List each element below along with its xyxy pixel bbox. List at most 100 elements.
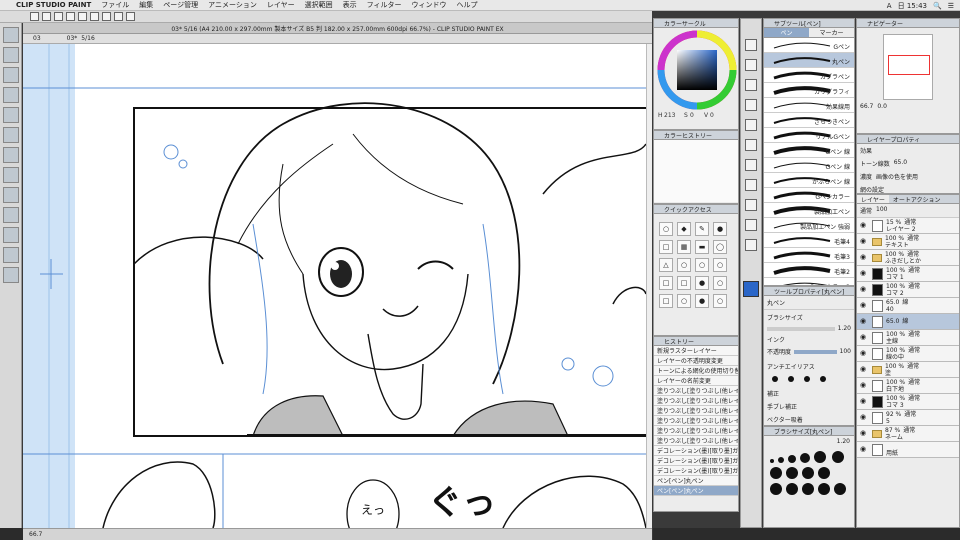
drawing-canvas[interactable]: ぐっ えっ	[23, 44, 646, 528]
size-preset[interactable]	[800, 453, 810, 463]
menu-filter[interactable]: フィルター	[367, 0, 402, 10]
size-preset[interactable]	[802, 483, 814, 495]
vector-label[interactable]: ベクター吸着	[764, 413, 854, 425]
fill-tool-icon[interactable]	[3, 247, 19, 263]
size-preset[interactable]	[802, 467, 814, 479]
quick-cell-5[interactable]: □	[659, 240, 673, 254]
brush-item[interactable]: リアルGペン	[764, 128, 854, 143]
history-item[interactable]: 塗りつぶし[塗りつぶし(他レイヤーを参照	[654, 396, 738, 406]
visibility-eye-icon[interactable]: ◉	[860, 397, 869, 406]
size-preset[interactable]	[818, 483, 830, 495]
aa-low-icon[interactable]	[788, 376, 794, 382]
size-preset[interactable]	[778, 457, 784, 463]
menu-animation[interactable]: アニメーション	[208, 0, 257, 10]
figure-tool-icon[interactable]	[3, 267, 19, 283]
layer-row[interactable]: ◉ 100 % 通常 白下地	[857, 378, 959, 394]
frame-icon[interactable]	[745, 179, 757, 191]
history-item[interactable]: レイヤーの不透明度変更	[654, 356, 738, 366]
transform-icon[interactable]	[102, 12, 111, 21]
visibility-eye-icon[interactable]: ◉	[860, 269, 869, 278]
brush-item[interactable]: かぶらペン 線	[764, 173, 854, 188]
brush-item[interactable]: 毛筆3	[764, 248, 854, 263]
layer-row[interactable]: ◉ 100 % 通常 主線	[857, 330, 959, 346]
history-item[interactable]: 塗りつぶし[塗りつぶし(他レイヤーを参照	[654, 416, 738, 426]
redo-icon[interactable]	[78, 12, 87, 21]
aa-none-icon[interactable]	[772, 376, 778, 382]
history-item[interactable]: 塗りつぶし[塗りつぶし(他レイヤーを参照	[654, 436, 738, 446]
density-option[interactable]: 画像の色を使用	[876, 172, 918, 181]
menu-view[interactable]: 表示	[343, 0, 357, 10]
navigator-preview[interactable]	[883, 34, 933, 100]
brush-item[interactable]: 効果線用	[764, 98, 854, 113]
ruler-snap-icon[interactable]	[126, 12, 135, 21]
open-icon[interactable]	[42, 12, 51, 21]
layer-row[interactable]: ◉ 87 % 通常 ネーム	[857, 426, 959, 442]
tab-left[interactable]: 03	[33, 35, 41, 42]
canvas-vertical-scrollbar[interactable]	[646, 44, 652, 528]
brush-item[interactable]: 製品加工ペン 強弱	[764, 218, 854, 233]
operation-tool-icon[interactable]	[3, 67, 19, 83]
navigator-zoom[interactable]: 66.7	[860, 103, 873, 110]
layer-row[interactable]: ◉ 92 % 通常 5	[857, 410, 959, 426]
quick-cell-6[interactable]: ▦	[677, 240, 691, 254]
layer-row[interactable]: ◉ 100 % 通常 テキスト	[857, 234, 959, 250]
history-item[interactable]: トーンによる網化の使用切り替え	[654, 366, 738, 376]
history-item[interactable]: レイヤーの名前変更	[654, 376, 738, 386]
zoom-icon[interactable]	[745, 39, 757, 51]
history-item[interactable]: ペン[ペン]丸ペン	[654, 476, 738, 486]
size-preset[interactable]	[786, 483, 798, 495]
visibility-eye-icon[interactable]: ◉	[860, 333, 869, 342]
color-history-swatches[interactable]	[654, 140, 738, 202]
tab-marker[interactable]: マーカー	[809, 28, 854, 37]
visibility-eye-icon[interactable]: ◉	[860, 381, 869, 390]
save-icon[interactable]	[54, 12, 63, 21]
size-preset[interactable]	[834, 483, 846, 495]
quick-cell-17[interactable]: □	[659, 294, 673, 308]
quick-cell-13[interactable]: □	[659, 276, 673, 290]
quick-cell-9[interactable]: △	[659, 258, 673, 272]
brush-tool-icon[interactable]	[3, 207, 19, 223]
size-preset[interactable]	[770, 467, 782, 479]
menu-edit[interactable]: 編集	[139, 0, 153, 10]
brush-item[interactable]: 製品加工ペン	[764, 203, 854, 218]
quick-cell-12[interactable]: ○	[713, 258, 727, 272]
brush-item[interactable]: Gペン 線	[764, 158, 854, 173]
move-tool-icon[interactable]	[3, 47, 19, 63]
search-icon[interactable]: 🔍	[933, 2, 942, 10]
size-preset[interactable]	[814, 451, 826, 463]
line-fix-icon[interactable]	[745, 239, 757, 251]
size-preset[interactable]	[770, 459, 774, 463]
size-preset[interactable]	[788, 455, 796, 463]
size-preset[interactable]	[786, 467, 798, 479]
eraser-icon[interactable]	[745, 99, 757, 111]
history-item[interactable]: 塗りつぶし[塗りつぶし(他レイヤーを参照	[654, 386, 738, 396]
layer-row[interactable]: ◉ 100 % 通常 コマ 2	[857, 282, 959, 298]
brush-item[interactable]: Gペン 線	[764, 143, 854, 158]
layer-row[interactable]: ◉ 用紙	[857, 442, 959, 458]
quick-cell-3[interactable]: ✎	[695, 222, 709, 236]
gradient-icon[interactable]	[745, 139, 757, 151]
visibility-eye-icon[interactable]: ◉	[860, 365, 869, 374]
layer-row[interactable]: ◉ 100 % 通常塗	[857, 362, 959, 378]
quick-cell-11[interactable]: ○	[695, 258, 709, 272]
history-item[interactable]: 新規ラスターレイヤー	[654, 346, 738, 356]
layer-row[interactable]: ◉ 65.0 線 40	[857, 298, 959, 314]
brush-item[interactable]: Gペン	[764, 38, 854, 53]
pencil-tool-icon[interactable]	[3, 187, 19, 203]
layer-row[interactable]: ◉ 100 % 通常 ふきだしとか	[857, 250, 959, 266]
visibility-eye-icon[interactable]: ◉	[860, 253, 869, 262]
tab-auto-action[interactable]: オートアクション	[889, 195, 945, 204]
history-item[interactable]: デコレーション(墨)[取り墨]ガーゼ	[654, 456, 738, 466]
quick-cell-7[interactable]: ▬	[695, 240, 709, 254]
visibility-eye-icon[interactable]: ◉	[860, 429, 869, 438]
layer-row[interactable]: ◉ 100 % 通常 コマ 1	[857, 266, 959, 282]
selection-tool-icon[interactable]	[3, 107, 19, 123]
quick-cell-10[interactable]: ○	[677, 258, 691, 272]
frequency-label[interactable]: 網の設定	[857, 183, 959, 193]
clear-icon[interactable]	[90, 12, 99, 21]
figure-icon[interactable]	[745, 159, 757, 171]
quick-cell-15[interactable]: ●	[695, 276, 709, 290]
brush-item[interactable]: 毛筆2	[764, 263, 854, 278]
quick-cell-16[interactable]: ○	[713, 276, 727, 290]
menu-file[interactable]: ファイル	[101, 0, 129, 10]
